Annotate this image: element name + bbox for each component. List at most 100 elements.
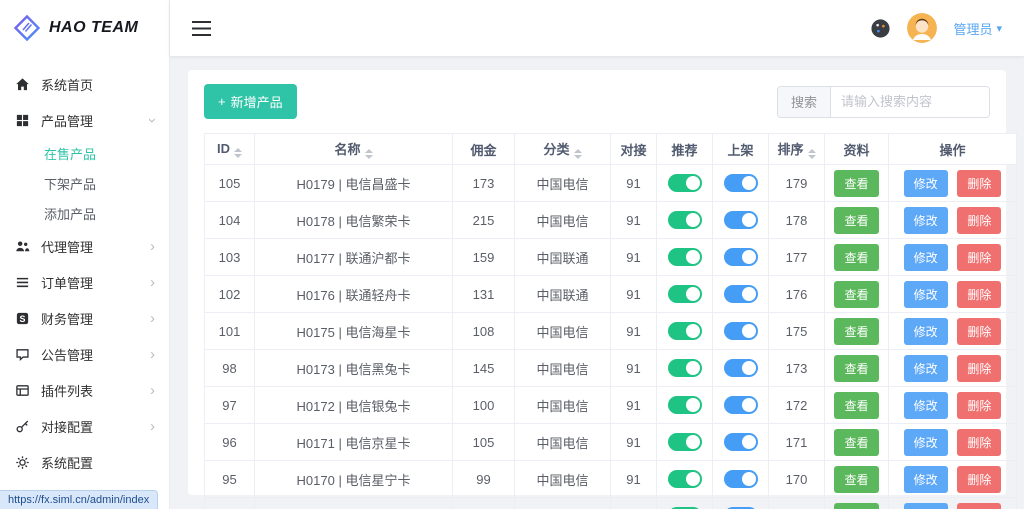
cell-recommend: [656, 423, 713, 461]
sidebar-subitem-label: 添加产品: [44, 206, 97, 222]
edit-button[interactable]: 修改: [903, 465, 948, 493]
cell-id: 95: [204, 460, 255, 498]
recommend-toggle[interactable]: [667, 248, 702, 266]
avatar[interactable]: [907, 13, 938, 43]
sidebar-item-onsale-products[interactable]: 在售产品: [0, 138, 169, 168]
cell-dock: 91: [610, 238, 657, 276]
listed-toggle[interactable]: [723, 211, 758, 229]
listed-toggle[interactable]: [723, 470, 758, 488]
sidebar-item-finance[interactable]: S 财务管理 ›: [0, 300, 169, 336]
list-icon: [14, 274, 31, 291]
col-header-name[interactable]: 名称: [254, 133, 453, 165]
sidebar-item-offsale-products[interactable]: 下架产品: [0, 168, 169, 198]
edit-button[interactable]: 修改: [903, 428, 948, 456]
palette-icon[interactable]: [870, 18, 891, 39]
view-button[interactable]: 查看: [834, 428, 879, 456]
cell-actions: 修改 删除: [888, 386, 1017, 424]
recommend-toggle[interactable]: [667, 433, 702, 451]
sidebar-item-label: 代理管理: [41, 239, 94, 255]
sidebar-item-plugins[interactable]: 插件列表 ›: [0, 372, 169, 408]
toolbar: + 新增产品 搜索: [204, 84, 990, 119]
sidebar-item-agents[interactable]: 代理管理 ›: [0, 228, 169, 264]
edit-button[interactable]: 修改: [903, 354, 948, 382]
view-button[interactable]: 查看: [834, 391, 879, 419]
delete-button[interactable]: 删除: [957, 317, 1002, 345]
listed-toggle[interactable]: [723, 396, 758, 414]
search-input[interactable]: [831, 86, 989, 117]
sidebar-item-products[interactable]: 产品管理 ›: [0, 102, 169, 138]
view-button[interactable]: 查看: [834, 206, 879, 234]
listed-toggle[interactable]: [723, 248, 758, 266]
edit-button[interactable]: 修改: [903, 280, 948, 308]
recommend-toggle[interactable]: [667, 174, 702, 192]
view-button[interactable]: 查看: [834, 280, 879, 308]
recommend-toggle[interactable]: [667, 359, 702, 377]
recommend-toggle[interactable]: [667, 285, 702, 303]
delete-button[interactable]: 删除: [957, 465, 1002, 493]
delete-button[interactable]: 删除: [957, 502, 1002, 509]
sidebar-item-dock-config[interactable]: 对接配置 ›: [0, 408, 169, 444]
sort-icon[interactable]: [807, 149, 816, 159]
delete-button[interactable]: 删除: [957, 169, 1002, 197]
col-header-id[interactable]: ID: [204, 133, 255, 165]
view-button[interactable]: 查看: [834, 354, 879, 382]
delete-button[interactable]: 删除: [957, 391, 1002, 419]
cell-id: 104: [204, 201, 255, 239]
sidebar-item-announcements[interactable]: 公告管理 ›: [0, 336, 169, 372]
cell-commission: 108: [452, 312, 515, 350]
sort-icon[interactable]: [234, 147, 242, 158]
listed-toggle[interactable]: [723, 359, 758, 377]
recommend-toggle[interactable]: [667, 396, 702, 414]
content: + 新增产品 搜索 ID: [170, 56, 1024, 509]
listed-toggle[interactable]: [723, 322, 758, 340]
listed-toggle[interactable]: [723, 285, 758, 303]
edit-button[interactable]: 修改: [903, 391, 948, 419]
recommend-toggle[interactable]: [667, 211, 702, 229]
sort-icon[interactable]: [364, 149, 373, 159]
sidebar-item-home[interactable]: 系统首页: [0, 66, 169, 102]
cell-category: 中国电信: [514, 164, 611, 202]
view-button[interactable]: 查看: [834, 169, 879, 197]
view-button[interactable]: 查看: [834, 465, 879, 493]
col-header-order[interactable]: 排序: [768, 133, 825, 165]
chevron-down-icon: ›: [144, 117, 161, 123]
col-header-category[interactable]: 分类: [514, 133, 611, 165]
cell-dock: 91: [610, 349, 657, 387]
cell-listed: [712, 238, 769, 276]
key-icon: [14, 418, 31, 435]
user-menu[interactable]: 管理员 ▾: [953, 19, 1002, 38]
cell-commission: 105: [452, 423, 515, 461]
edit-button[interactable]: 修改: [903, 169, 948, 197]
edit-button[interactable]: 修改: [903, 317, 948, 345]
table-row: 104 H0178 | 电信繁荣卡 215 中国电信 91 178 查看 修改 …: [204, 201, 1017, 239]
col-header-recommend: 推荐: [656, 133, 713, 165]
recommend-toggle[interactable]: [667, 322, 702, 340]
cell-dock: 91: [610, 497, 657, 509]
view-button[interactable]: 查看: [834, 317, 879, 345]
table-row: 96 H0171 | 电信京星卡 105 中国电信 91 171 查看 修改 删…: [204, 423, 1017, 461]
sidebar-item-system-config[interactable]: 系统配置: [0, 444, 169, 480]
delete-button[interactable]: 删除: [957, 354, 1002, 382]
sidebar-item-orders[interactable]: 订单管理 ›: [0, 264, 169, 300]
delete-button[interactable]: 删除: [957, 243, 1002, 271]
add-product-button[interactable]: + 新增产品: [204, 84, 297, 119]
cell-listed: [712, 386, 769, 424]
edit-button[interactable]: 修改: [903, 502, 948, 509]
listed-toggle[interactable]: [723, 174, 758, 192]
delete-button[interactable]: 删除: [957, 280, 1002, 308]
recommend-toggle[interactable]: [667, 470, 702, 488]
delete-button[interactable]: 删除: [957, 428, 1002, 456]
cell-name: H0173 | 电信黑兔卡: [254, 349, 453, 387]
sort-icon[interactable]: [573, 149, 582, 159]
listed-toggle[interactable]: [723, 433, 758, 451]
hamburger-icon[interactable]: [192, 20, 211, 36]
sidebar-item-add-product[interactable]: 添加产品: [0, 198, 169, 228]
brand[interactable]: HAO TEAM: [0, 0, 169, 56]
delete-button[interactable]: 删除: [957, 206, 1002, 234]
view-button[interactable]: 查看: [834, 243, 879, 271]
edit-button[interactable]: 修改: [903, 206, 948, 234]
cell-recommend: [656, 275, 713, 313]
col-header-material: 资料: [824, 133, 889, 165]
view-button[interactable]: 查看: [834, 502, 879, 509]
edit-button[interactable]: 修改: [903, 243, 948, 271]
